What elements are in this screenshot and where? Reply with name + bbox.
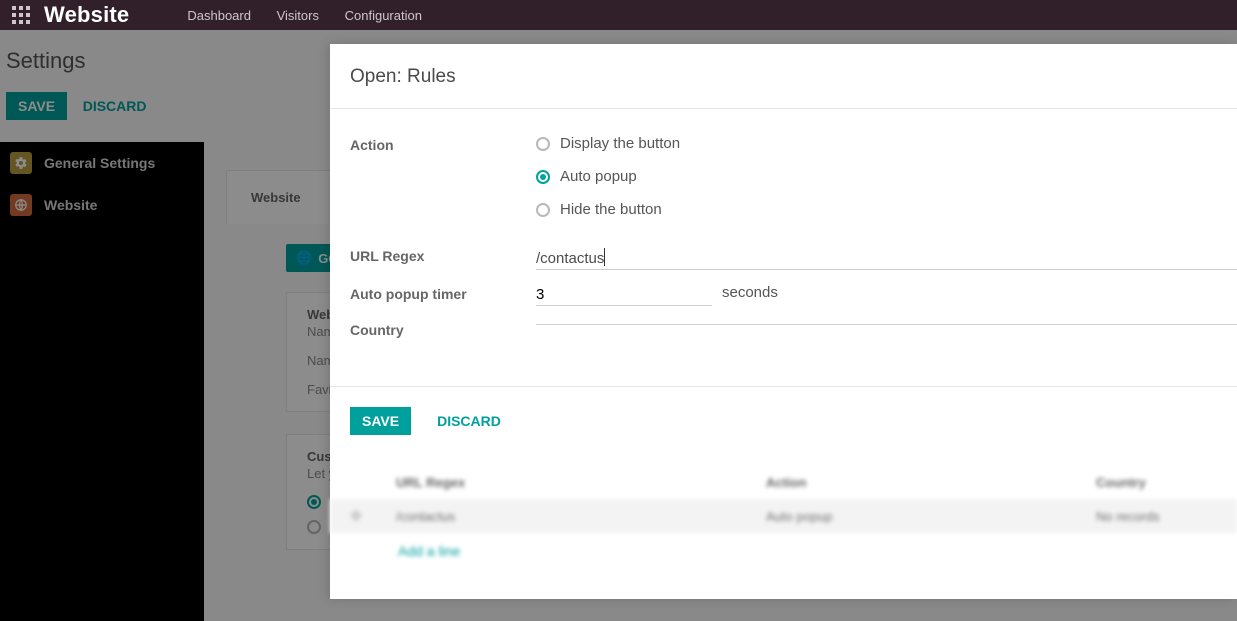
text-caret (604, 248, 605, 266)
radio-auto-popup[interactable]: Auto popup (536, 168, 680, 185)
col-url-header: URL Regex (396, 475, 756, 490)
label-timer: Auto popup timer (350, 284, 536, 302)
row-action: Action Display the button Auto popup Hid… (350, 135, 1237, 218)
menu-dashboard[interactable]: Dashboard (187, 8, 251, 23)
label-url-regex: URL Regex (350, 246, 536, 264)
cell-action: Auto popup (766, 509, 1086, 524)
url-regex-input[interactable]: /contactus (536, 246, 1237, 270)
modal-footer: SAVE DISCARD (330, 387, 1237, 455)
cell-url: /contactus (396, 509, 756, 524)
rules-table: URL Regex Action Country ✥ /contactus Au… (330, 455, 1237, 599)
menu-visitors[interactable]: Visitors (277, 8, 319, 23)
radio-label: Hide the button (560, 201, 662, 218)
radio-icon (536, 203, 550, 217)
radio-icon (536, 170, 550, 184)
rules-table-row[interactable]: ✥ /contactus Auto popup No records (330, 499, 1237, 533)
row-timer: Auto popup timer seconds (350, 284, 1237, 306)
timer-input[interactable] (536, 284, 712, 306)
label-action: Action (350, 135, 536, 153)
radio-icon (536, 137, 550, 151)
rules-modal: Open: Rules Action Display the button Au… (330, 44, 1237, 599)
add-line-link[interactable]: Add a line (398, 533, 1237, 569)
modal-body: Action Display the button Auto popup Hid… (330, 109, 1237, 387)
label-country: Country (350, 320, 536, 338)
timer-unit: seconds (722, 284, 778, 301)
country-input[interactable] (536, 320, 1237, 325)
radio-hide-button[interactable]: Hide the button (536, 201, 680, 218)
modal-title: Open: Rules (330, 44, 1237, 109)
app-brand[interactable]: Website (44, 2, 129, 28)
col-country-header: Country (1096, 475, 1219, 490)
url-regex-value: /contactus (536, 250, 604, 267)
radio-label: Display the button (560, 135, 680, 152)
row-country: Country (350, 320, 1237, 338)
modal-discard-button[interactable]: DISCARD (425, 407, 513, 435)
menu-configuration[interactable]: Configuration (345, 8, 422, 23)
col-action-header: Action (766, 475, 1086, 490)
action-radio-group: Display the button Auto popup Hide the b… (536, 135, 680, 218)
topbar-menu: Dashboard Visitors Configuration (187, 8, 444, 23)
radio-label: Auto popup (560, 168, 637, 185)
topbar: Website Dashboard Visitors Configuration (0, 0, 1237, 30)
cell-country: No records (1096, 509, 1219, 524)
drag-handle-icon[interactable]: ✥ (348, 507, 364, 525)
radio-display-button[interactable]: Display the button (536, 135, 680, 152)
page: Settings SAVE DISCARD General Settings W… (0, 30, 1237, 621)
apps-icon[interactable] (12, 6, 30, 24)
rules-table-header: URL Regex Action Country (330, 465, 1237, 499)
row-url-regex: URL Regex /contactus (350, 246, 1237, 270)
modal-save-button[interactable]: SAVE (350, 407, 411, 435)
